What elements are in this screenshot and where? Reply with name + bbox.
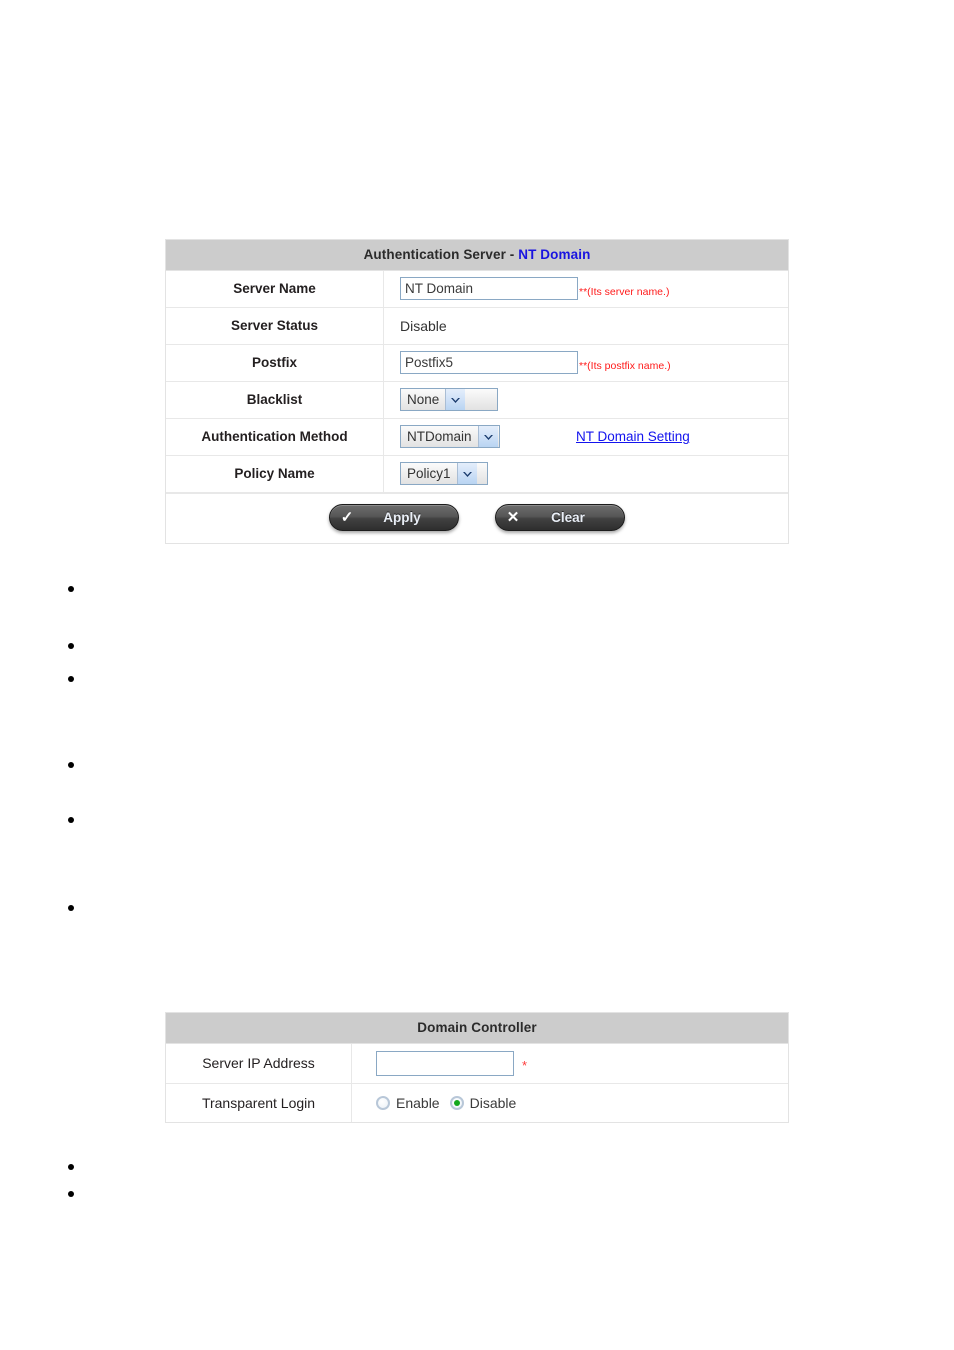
blacklist-select-value: None xyxy=(407,392,440,408)
domain-controller-panel-title: Domain Controller xyxy=(166,1013,788,1044)
transparent-login-option-enable[interactable]: Enable xyxy=(376,1095,440,1111)
value-authentication-method: NTDomain NT Domain Setting xyxy=(384,419,788,455)
policy-name-select-value: Policy1 xyxy=(407,466,451,482)
policy-name-select[interactable]: Policy1 xyxy=(400,462,488,486)
server-name-input[interactable] xyxy=(400,277,578,301)
authentication-method-select[interactable]: NTDomain xyxy=(400,425,500,449)
chevron-down-icon xyxy=(445,389,466,411)
authentication-method-select-value: NTDomain xyxy=(407,429,472,445)
required-asterisk: * xyxy=(522,1057,528,1073)
value-blacklist: None xyxy=(384,382,788,418)
list-item-bullet xyxy=(68,1191,74,1197)
label-transparent-login: Transparent Login xyxy=(166,1083,352,1122)
transparent-login-disable-label: Disable xyxy=(469,1094,517,1111)
chevron-down-icon xyxy=(456,463,477,485)
server-name-hint: **(Its server name.) xyxy=(579,285,670,298)
authentication-server-panel-title: Authentication Server - NT Domain xyxy=(166,240,788,271)
label-authentication-method: Authentication Method xyxy=(166,418,384,455)
row-transparent-login: Transparent Login Enable Disable xyxy=(166,1083,788,1122)
transparent-login-option-disable[interactable]: Disable xyxy=(449,1094,517,1111)
chevron-down-icon xyxy=(477,426,498,448)
label-server-name: Server Name xyxy=(166,270,384,307)
radio-icon-enable[interactable] xyxy=(376,1095,390,1110)
nt-domain-setting-link[interactable]: NT Domain Setting xyxy=(576,429,690,444)
apply-button-label: Apply xyxy=(383,509,421,525)
row-blacklist: Blacklist None xyxy=(166,381,788,419)
row-server-ip-address: Server IP Address * xyxy=(166,1043,788,1084)
row-server-status: Server Status Disable xyxy=(166,307,788,345)
row-postfix: Postfix **(Its postfix name.) xyxy=(166,344,788,382)
panel-title-accent: NT Domain xyxy=(518,247,591,262)
list-item-bullet xyxy=(68,586,74,592)
radio-icon-disable[interactable] xyxy=(449,1095,464,1110)
label-server-ip-address: Server IP Address xyxy=(166,1043,352,1083)
list-item-bullet xyxy=(68,905,74,911)
form-actions: ✓ Apply ✕ Clear xyxy=(166,492,788,543)
transparent-login-enable-label: Enable xyxy=(396,1094,440,1111)
domain-controller-panel: Domain Controller Server IP Address * Tr… xyxy=(165,1012,789,1123)
list-item-bullet xyxy=(68,676,74,682)
server-ip-address-input[interactable] xyxy=(376,1050,514,1076)
check-icon: ✓ xyxy=(340,508,354,526)
transparent-login-radio-group: Enable Disable xyxy=(376,1095,516,1111)
clear-button-label: Clear xyxy=(551,509,585,525)
apply-button[interactable]: ✓ Apply xyxy=(329,503,459,531)
value-server-name: **(Its server name.) xyxy=(384,271,788,307)
list-item-bullet xyxy=(68,762,74,768)
postfix-hint: **(Its postfix name.) xyxy=(579,359,671,372)
value-transparent-login: Enable Disable xyxy=(352,1084,788,1122)
row-authentication-method: Authentication Method NTDomain NT Domain… xyxy=(166,418,788,456)
value-server-ip-address: * xyxy=(352,1044,788,1083)
label-policy-name: Policy Name xyxy=(166,455,384,492)
row-server-name: Server Name **(Its server name.) xyxy=(166,270,788,308)
label-blacklist: Blacklist xyxy=(166,381,384,418)
authentication-server-panel: Authentication Server - NT Domain Server… xyxy=(165,239,789,544)
blacklist-select[interactable]: None xyxy=(400,388,498,412)
list-item-bullet xyxy=(68,643,74,649)
list-item-bullet xyxy=(68,1164,74,1170)
cross-icon: ✕ xyxy=(506,508,520,526)
panel-title-prefix: Authentication Server - xyxy=(363,247,519,262)
value-policy-name: Policy1 xyxy=(384,456,788,492)
postfix-input[interactable] xyxy=(400,351,578,375)
value-postfix: **(Its postfix name.) xyxy=(384,345,788,381)
value-server-status: Disable xyxy=(400,317,447,334)
clear-button[interactable]: ✕ Clear xyxy=(495,503,625,531)
label-postfix: Postfix xyxy=(166,344,384,381)
list-item-bullet xyxy=(68,817,74,823)
label-server-status: Server Status xyxy=(166,307,384,344)
row-policy-name: Policy Name Policy1 xyxy=(166,455,788,493)
